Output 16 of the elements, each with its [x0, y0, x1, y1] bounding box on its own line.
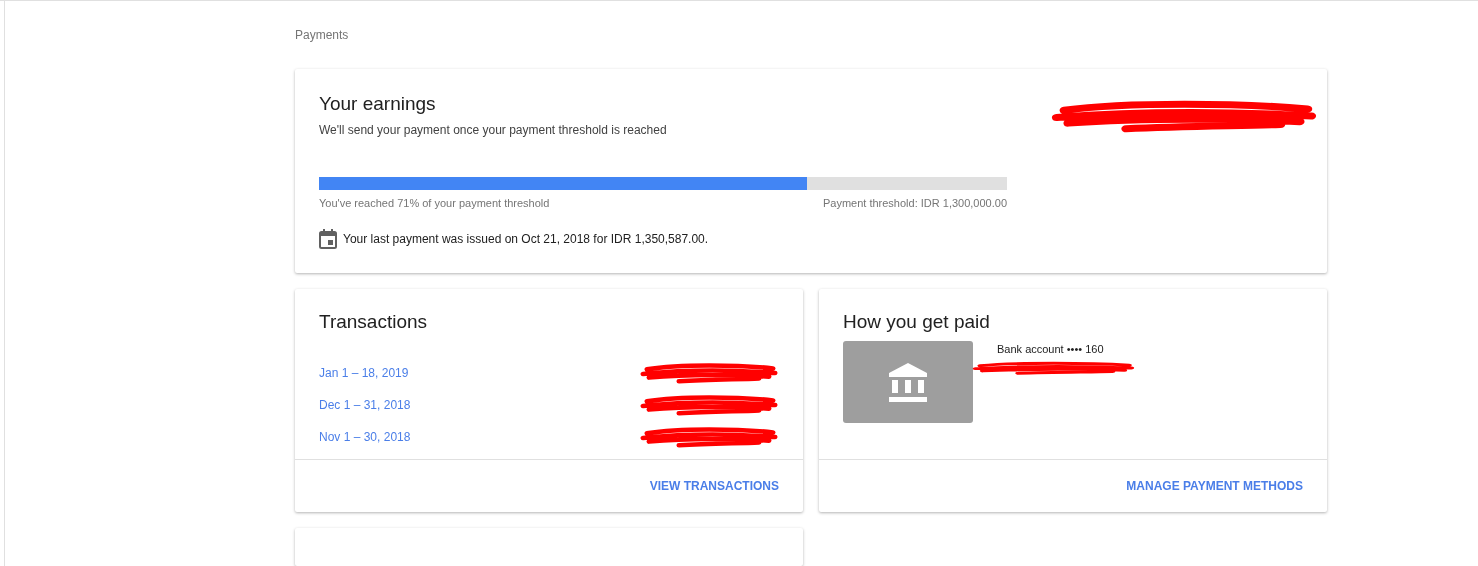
- card-title: Transactions: [319, 311, 429, 334]
- progress-text: You've reached 71% of your payment threshold: [319, 197, 550, 210]
- breadcrumb: Payments: [295, 28, 350, 44]
- transaction-period-link[interactable]: Nov 1 – 30, 2018: [319, 430, 411, 445]
- view-transactions-link[interactable]: VIEW TRANSACTIONS: [649, 479, 779, 494]
- transaction-period-link[interactable]: Dec 1 – 31, 2018: [319, 398, 411, 413]
- calendar-icon: [319, 229, 337, 250]
- card-title: How you get paid: [843, 311, 991, 334]
- threshold-text: Payment threshold: IDR 1,300,000.00: [822, 197, 1007, 210]
- card-title: Your earnings: [319, 93, 437, 116]
- bank-icon: [887, 361, 929, 404]
- card-subtitle: We'll send your payment once your payment threshold is reached: [319, 123, 668, 138]
- last-payment-text: Your last payment was issued on Oct 21, 2018 for IDR 1,350,587.00.: [343, 232, 709, 247]
- manage-payment-methods-link[interactable]: MANAGE PAYMENT METHODS: [1126, 479, 1303, 494]
- transaction-period-link[interactable]: Jan 1 – 18, 2019: [319, 366, 409, 381]
- bank-account-text: Bank account •••• 160: [997, 343, 1105, 356]
